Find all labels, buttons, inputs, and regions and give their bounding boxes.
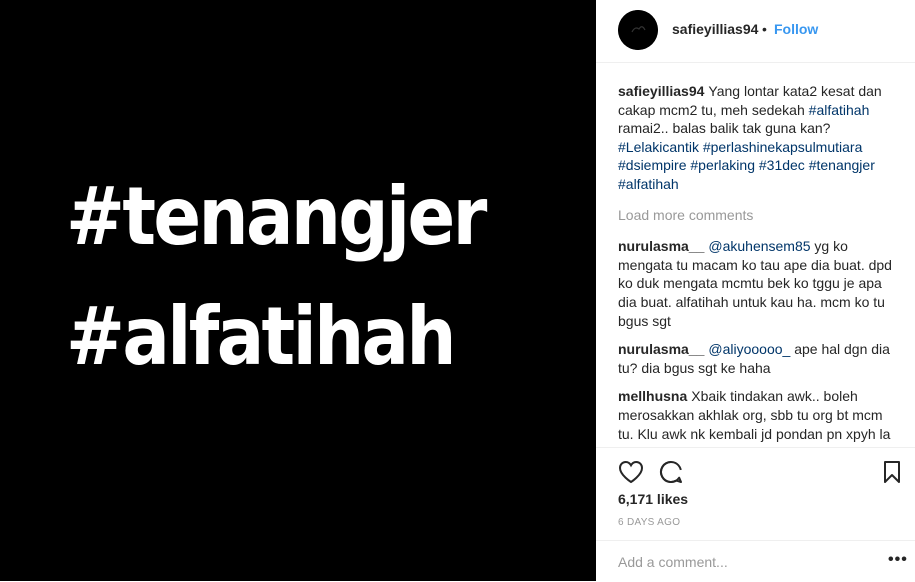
more-options-button[interactable]: •••: [888, 551, 908, 569]
header-username[interactable]: safieyillias94: [672, 21, 758, 37]
post-side-panel: safieyillias94 • Follow safieyillias94 Ya…: [596, 0, 915, 581]
caption-hashtag-link[interactable]: #perlashinekapsulmutiara: [703, 139, 863, 155]
comment-username[interactable]: nurulasma__: [618, 341, 704, 357]
caption-hashtag-link[interactable]: #dsiempire: [618, 157, 686, 173]
comment-item: nurulasma__ @aliyooooo_ ape hal dgn dia t…: [618, 340, 900, 377]
avatar-icon[interactable]: [618, 10, 658, 50]
action-bar: [596, 447, 915, 496]
comment-item: nurulasma__ @akuhensem85 yg ko mengata tu…: [618, 237, 900, 330]
comments-list[interactable]: safieyillias94 Yang lontar kata2 kesat da…: [618, 82, 900, 446]
comment-item: mellhusna Xbaik tindakan awk.. boleh mero…: [618, 387, 900, 446]
caption-hashtag-link[interactable]: #alfatihah: [809, 102, 870, 118]
avatar-graphic: [618, 10, 658, 50]
bookmark-icon[interactable]: [883, 460, 901, 489]
comment-mention[interactable]: @akuhensem85: [708, 238, 810, 254]
add-comment-section: •••: [596, 540, 915, 582]
caption-hashtag-link[interactable]: #tenangjer: [809, 157, 875, 173]
post-timestamp: 6 DAYS AGO: [618, 517, 681, 528]
caption-hashtag-link[interactable]: #31dec: [759, 157, 805, 173]
heart-icon[interactable]: [618, 460, 644, 489]
caption: safieyillias94 Yang lontar kata2 kesat da…: [618, 82, 900, 194]
post-image: #tenangjer #alfatihah: [0, 0, 596, 581]
header-separator: •: [762, 21, 767, 37]
post-image-text-line1: #tenangjer: [66, 170, 487, 263]
caption-hashtag-link[interactable]: #alfatihah: [618, 176, 679, 192]
add-comment-input[interactable]: [618, 554, 868, 570]
comment-icon[interactable]: [659, 460, 683, 489]
caption-text-segment: ramai2.. balas balik tak guna kan?: [618, 120, 831, 137]
caption-text: Yang lontar kata2 kesat dan cakap mcm2 t…: [618, 83, 882, 192]
comment-mention[interactable]: @aliyooooo_: [708, 341, 790, 357]
comment-username[interactable]: mellhusna: [618, 388, 687, 404]
comment-username[interactable]: nurulasma__: [618, 238, 704, 254]
follow-button[interactable]: Follow: [774, 21, 818, 37]
post-header: safieyillias94 • Follow: [596, 0, 915, 63]
caption-username[interactable]: safieyillias94: [618, 83, 704, 99]
likes-count[interactable]: 6,171 likes: [618, 491, 688, 507]
load-more-comments-button[interactable]: Load more comments: [618, 206, 900, 225]
caption-hashtag-link[interactable]: #perlaking: [690, 157, 755, 173]
post-image-text-line2: #alfatihah: [66, 290, 457, 383]
caption-hashtag-link[interactable]: #Lelakicantik: [618, 139, 699, 155]
